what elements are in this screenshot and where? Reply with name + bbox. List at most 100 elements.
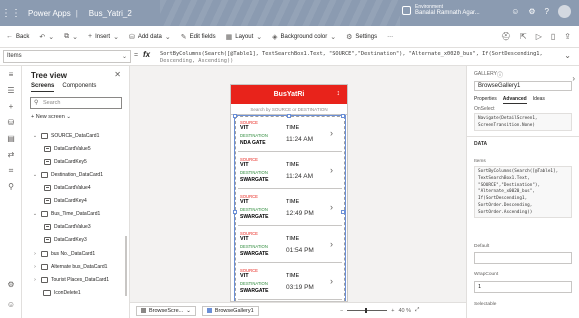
tree-node[interactable]: › bus No._DataCard1 [32,249,95,258]
items-formula[interactable]: SortByColumns(Search([@Table1], TextSear… [474,166,572,218]
settings-button[interactable]: ⚙ Settings [346,33,377,41]
chevron-right-icon[interactable]: › [330,128,333,138]
help-icon[interactable]: ? [545,7,549,18]
hamburger-icon[interactable]: ≡ [6,70,16,80]
time-label: TIME [286,125,300,131]
chevron-right-icon[interactable]: › [330,165,333,175]
new-screen-button[interactable]: + New screen ⌄ [31,114,71,120]
save-icon[interactable]: ▯ [551,32,555,41]
gallery-item[interactable]: SOURCE VIT DESTINATION SWARGATE TIME 12:49 PM… [238,193,342,226]
gallery-item[interactable]: SOURCE VIT DESTINATION SWARGATE TIME 03:19 PM… [238,267,342,300]
zoom-out-icon[interactable]: − [340,308,343,314]
media-icon[interactable]: ▤ [6,134,16,144]
back-button[interactable]: ← Back [6,33,29,40]
resize-handle[interactable] [287,114,291,118]
control-name-field[interactable]: BrowseGallery1 [474,81,572,91]
property-dropdown[interactable]: Items ⌄ [3,50,131,63]
edit-fields-button[interactable]: ✎ Edit fields [181,33,216,41]
variables-icon[interactable]: ⌗ [6,166,16,176]
default-field[interactable] [474,252,572,264]
undo-button[interactable]: ↶ ⌄ [39,33,54,41]
gallery-item[interactable]: SOURCE VIT DESTINATION NDA GATE TIME 11:24 AM… [238,119,342,152]
zoom-in-icon[interactable]: + [391,308,394,314]
tree-search-input[interactable]: ⚲ Search [30,97,122,109]
chevron-right-icon[interactable]: › [32,251,38,257]
browse-gallery[interactable]: SOURCE VIT DESTINATION NDA GATE TIME 11:24 AM… [233,114,346,301]
app-launcher-icon[interactable]: ⋮⋮ [0,8,22,19]
tab-components[interactable]: Components [62,83,96,92]
resize-handle[interactable] [233,210,237,214]
tab-screens[interactable]: Screens [31,83,55,92]
onselect-formula[interactable]: Navigate(DetailScreen1, ScreenTransition… [474,113,572,131]
background-color-button[interactable]: ◈ Background color ⌄ [272,33,336,41]
close-icon[interactable]: ✕ [114,70,121,79]
tab-advanced[interactable]: Advanced [502,96,527,104]
avatar[interactable] [558,5,571,18]
insert-button[interactable]: + Insert ⌄ [88,33,119,41]
search-icon[interactable]: ⚲ [6,182,16,192]
chevron-right-icon[interactable]: › [572,74,575,83]
insert-icon[interactable]: + [6,102,16,112]
tree-node[interactable]: DataCardKey5 [44,157,87,166]
copy-button[interactable]: ⧉ ⌄ [64,33,78,41]
share-icon[interactable]: ⇱ [520,32,527,41]
tree-node[interactable]: › Tourist Places_DataCard1 [32,275,109,284]
card-icon [41,171,48,178]
wrapcount-field[interactable]: 1 [474,281,572,293]
notifications-icon[interactable]: ☺ [511,7,519,18]
resize-handle[interactable] [341,114,345,118]
label-control-icon [44,236,51,243]
formula-input[interactable]: SortByColumns(Search([@Table1], TextSear… [160,51,560,65]
plus-icon: + [87,33,93,40]
app-title[interactable]: Bus_Yatri_2 [89,9,132,18]
chevron-right-icon[interactable]: › [32,277,38,283]
chevron-right-icon[interactable]: › [330,276,333,286]
zoom-slider-thumb[interactable] [365,308,368,313]
tree-view-icon[interactable]: ☰ [6,86,16,96]
tree-node[interactable]: ⌄ Bus_Time_DataCard1 [32,209,100,218]
help-icon[interactable]: ⓘ [497,70,503,79]
chevron-right-icon[interactable]: › [330,202,333,212]
breadcrumb-control[interactable]: BrowseGallery1 [201,305,259,316]
settings-icon[interactable]: ⚙ [6,280,16,290]
chevron-right-icon[interactable]: › [32,264,38,270]
more-button[interactable]: ··· [387,34,393,40]
virtual-agent-icon[interactable]: ☺ [6,300,16,310]
tree-node[interactable]: ⌄ SOURCE_DataCard1 [32,131,99,140]
tree-node[interactable]: ⌄ Destination_DataCard1 [32,170,103,179]
tree-node[interactable]: DataCardValue3 [44,222,91,231]
publish-icon[interactable]: ⇪ [564,32,571,41]
breadcrumb-screen[interactable]: BrowseScre... ⌄ [136,305,196,316]
data-icon[interactable]: ⛁ [6,118,16,128]
environment-picker[interactable]: Environment Banalal Ramnath Agar... [402,4,480,17]
app-screen-preview[interactable]: BusYatRi ↕ Search by SOURCE or DESTINATI… [230,84,348,302]
app-checker-icon[interactable]: ⛑ [501,32,511,41]
sort-icon[interactable]: ↕ [337,90,341,97]
gallery-item[interactable]: SOURCE VIT DESTINATION SWARGATE TIME 11:24 AM… [238,156,342,189]
tree-node[interactable]: DataCardValue5 [44,144,91,153]
fit-to-window-icon[interactable]: ⤢ [415,307,419,314]
resize-handle[interactable] [233,114,237,118]
gallery-item[interactable]: SOURCE VIT DESTINATION SWARGATE TIME 01:54 PM… [238,230,342,263]
resize-handle[interactable] [341,210,345,214]
tab-properties[interactable]: Properties [474,96,497,104]
zoom-slider[interactable] [347,308,388,313]
chevron-down-icon[interactable]: ⌄ [32,172,38,178]
tree-scrollbar[interactable] [125,236,127,296]
layout-button[interactable]: ▦ Layout ⌄ [226,33,263,41]
power-automate-icon[interactable]: ⇄ [6,150,16,160]
tree-node[interactable]: › Alternate bus_DataCard1 [32,262,107,271]
tab-ideas[interactable]: Ideas [533,96,545,104]
expand-formula-icon[interactable]: ⌄ [564,51,571,60]
settings-icon[interactable]: ⚙ [528,7,535,18]
add-data-button[interactable]: ⛁ Add data ⌄ [129,33,171,41]
tree-node[interactable]: DataCardValue4 [44,183,91,192]
chevron-right-icon[interactable]: › [330,239,333,249]
tree-node[interactable]: IconDelete1 [34,288,81,297]
tree-node[interactable]: DataCardKey4 [44,196,87,205]
snow-banner [160,0,400,26]
chevron-down-icon[interactable]: ⌄ [32,211,38,217]
play-icon[interactable]: ▷ [536,32,542,41]
tree-node[interactable]: DataCardKey3 [44,235,87,244]
chevron-down-icon[interactable]: ⌄ [32,133,38,139]
